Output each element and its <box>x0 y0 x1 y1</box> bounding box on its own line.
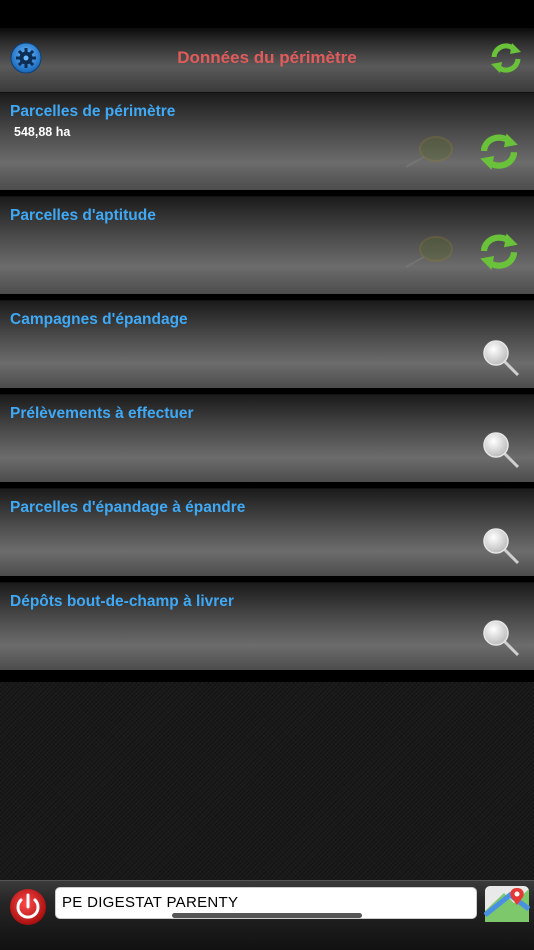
list-item-spreading-campaigns[interactable]: Campagnes d'épandage <box>0 300 534 388</box>
maps-icon[interactable] <box>484 885 530 923</box>
list-item-label: Campagnes d'épandage <box>10 311 188 328</box>
sync-icon[interactable] <box>476 131 522 171</box>
perimeter-data-list: Parcelles de périmètre 548,88 ha Parcell… <box>0 92 534 676</box>
map-icon <box>405 236 453 268</box>
empty-area <box>0 682 534 880</box>
power-icon[interactable] <box>8 887 48 927</box>
magnifier-icon[interactable] <box>478 527 524 567</box>
sync-icon[interactable] <box>488 40 524 76</box>
list-item-samples-to-take[interactable]: Prélèvements à effectuer <box>0 394 534 482</box>
bottom-bar: PE DIGESTAT PARENTY <box>0 880 534 950</box>
sync-icon[interactable] <box>476 231 522 271</box>
home-indicator <box>172 913 362 918</box>
list-item-label: Parcelles d'aptitude <box>10 207 156 224</box>
list-item-plots-to-spread[interactable]: Parcelles d'épandage à épandre <box>0 488 534 576</box>
map-icon <box>405 136 453 168</box>
list-item-label: Parcelles de périmètre <box>10 103 176 120</box>
list-item-suitability-plots[interactable]: Parcelles d'aptitude <box>0 196 534 294</box>
magnifier-icon[interactable] <box>478 339 524 379</box>
list-item-perimeter-plots[interactable]: Parcelles de périmètre 548,88 ha <box>0 92 534 190</box>
status-bar <box>0 0 534 28</box>
list-item-field-edge-deliveries[interactable]: Dépôts bout-de-champ à livrer <box>0 582 534 670</box>
magnifier-icon[interactable] <box>478 431 524 471</box>
list-item-label: Dépôts bout-de-champ à livrer <box>10 593 234 610</box>
list-item-label: Prélèvements à effectuer <box>10 405 194 422</box>
area-value: 548,88 ha <box>14 125 71 139</box>
list-item-label: Parcelles d'épandage à épandre <box>10 499 246 516</box>
magnifier-icon[interactable] <box>478 619 524 659</box>
page-title: Données du périmètre <box>177 48 357 67</box>
top-bar: Données du périmètre <box>0 28 534 92</box>
